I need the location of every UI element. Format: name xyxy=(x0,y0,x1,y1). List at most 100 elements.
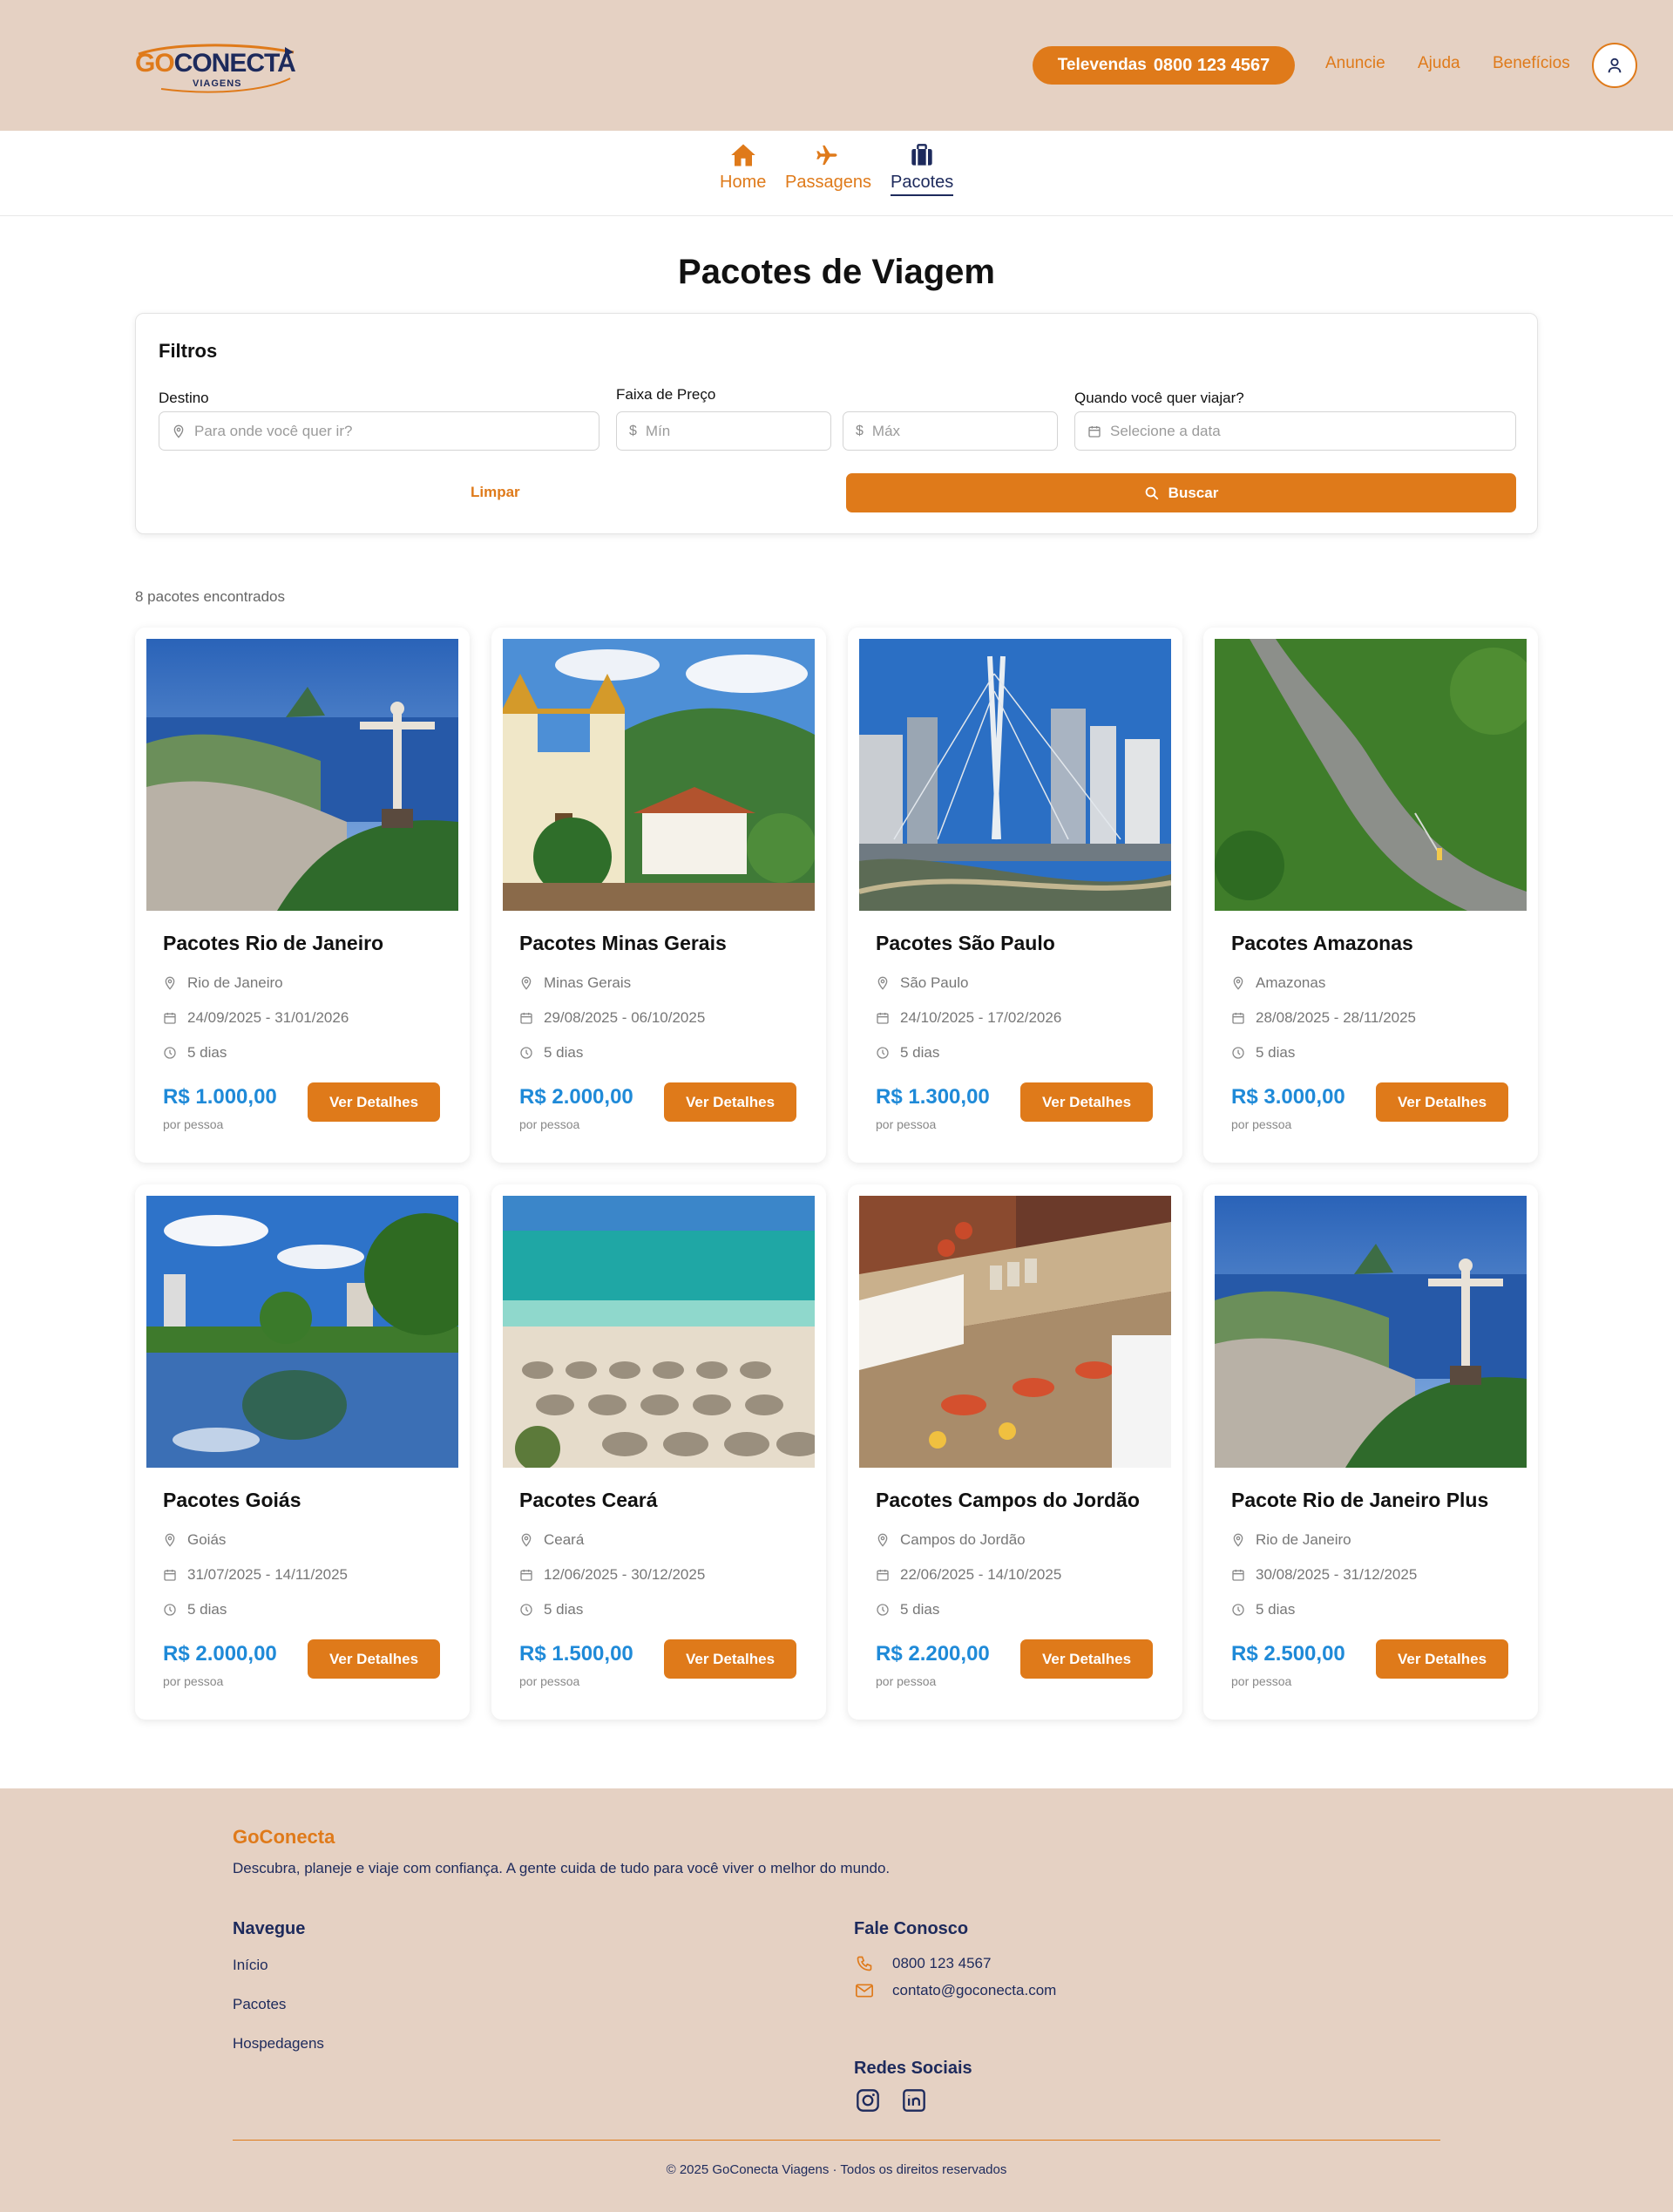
location-text: Rio de Janeiro xyxy=(1256,1531,1351,1548)
calendar-icon xyxy=(1232,1570,1244,1581)
linkedin-icon xyxy=(903,2089,925,2112)
package-card[interactable]: Pacotes Amazonas Amazonas 28/08/2025 - 2… xyxy=(1203,628,1538,1163)
package-card[interactable]: Pacotes Ceará Ceará 12/06/2025 - 30/12/2… xyxy=(491,1184,826,1720)
tab-passagens-label: Passagens xyxy=(785,173,871,192)
beneficios-link[interactable]: Benefícios xyxy=(1493,54,1570,73)
package-card[interactable]: Pacotes São Paulo São Paulo 24/10/2025 -… xyxy=(848,628,1182,1163)
search-icon xyxy=(1145,486,1159,499)
calendar-icon xyxy=(1088,425,1101,438)
dates-text: 24/10/2025 - 17/02/2026 xyxy=(900,1009,1062,1026)
package-price: R$ 2.000,00 xyxy=(163,1642,277,1666)
package-location: Rio de Janeiro xyxy=(1231,1531,1351,1549)
data-label: Quando você quer viajar? xyxy=(1074,390,1244,406)
duration-text: 5 dias xyxy=(187,1044,227,1061)
view-details-button[interactable]: Ver Detalhes xyxy=(308,1082,440,1122)
package-dates: 24/10/2025 - 17/02/2026 xyxy=(876,1009,1061,1027)
duration-text: 5 dias xyxy=(900,1601,940,1618)
dates-text: 22/06/2025 - 14/10/2025 xyxy=(900,1566,1062,1583)
duration-text: 5 dias xyxy=(900,1044,940,1061)
dates-text: 31/07/2025 - 14/11/2025 xyxy=(187,1566,349,1583)
home-icon xyxy=(730,144,755,166)
package-dates: 31/07/2025 - 14/11/2025 xyxy=(163,1566,348,1584)
clear-button[interactable]: Limpar xyxy=(471,484,520,501)
tab-home[interactable]: Home xyxy=(720,143,766,193)
dates-text: 29/08/2025 - 06/10/2025 xyxy=(544,1009,706,1026)
view-details-button[interactable]: Ver Detalhes xyxy=(664,1082,796,1122)
footer: GoConecta Descubra, planeje e viaje com … xyxy=(0,1788,1673,2212)
destino-input[interactable]: Para onde você quer ir? xyxy=(159,411,599,451)
plane-icon xyxy=(816,145,837,166)
top-header: GOCONECTA VIAGENS Televendas 0800 123 45… xyxy=(0,0,1673,131)
tab-passagens[interactable]: Passagens xyxy=(785,143,871,193)
package-card[interactable]: Pacote Rio de Janeiro Plus Rio de Janeir… xyxy=(1203,1184,1538,1720)
preco-max-input[interactable]: $ Máx xyxy=(843,411,1058,451)
search-button[interactable]: Buscar xyxy=(846,473,1516,512)
package-duration: 5 dias xyxy=(876,1601,939,1618)
per-person-label: por pessoa xyxy=(1231,1674,1292,1688)
footer-social-heading: Redes Sociais xyxy=(854,2059,972,2078)
footer-email[interactable]: contato@goconecta.com xyxy=(856,1982,1056,1999)
package-price: R$ 1.300,00 xyxy=(876,1085,990,1109)
date-input[interactable]: Selecione a data xyxy=(1074,411,1516,451)
package-card[interactable]: Pacotes Rio de Janeiro Rio de Janeiro 24… xyxy=(135,628,470,1163)
view-details-button[interactable]: Ver Detalhes xyxy=(1020,1082,1153,1122)
footer-divider xyxy=(233,2140,1440,2141)
preco-min-input[interactable]: $ Mín xyxy=(616,411,831,451)
footer-tagline: Descubra, planeje e viaje com confiança.… xyxy=(233,1860,891,1876)
filters-title: Filtros xyxy=(159,340,218,362)
instagram-icon xyxy=(857,2089,879,2112)
package-card[interactable]: Pacotes Campos do Jordão Campos do Jordã… xyxy=(848,1184,1182,1720)
view-details-button[interactable]: Ver Detalhes xyxy=(664,1639,796,1679)
package-duration: 5 dias xyxy=(519,1044,583,1062)
view-details-button[interactable]: Ver Detalhes xyxy=(1020,1639,1153,1679)
clock-icon xyxy=(1232,1047,1244,1059)
footer-nav-heading: Navegue xyxy=(233,1919,306,1938)
footer-link-inicio[interactable]: Início xyxy=(233,1957,268,1974)
view-details-button[interactable]: Ver Detalhes xyxy=(1376,1082,1508,1122)
clock-icon xyxy=(520,1604,532,1616)
dates-text: 12/06/2025 - 30/12/2025 xyxy=(544,1566,706,1583)
per-person-label: por pessoa xyxy=(163,1117,224,1131)
page-title: Pacotes de Viagem xyxy=(678,253,995,291)
location-pin-icon xyxy=(521,976,532,990)
main-nav: Home Passagens Pacotes xyxy=(0,131,1673,216)
package-title: Pacotes Campos do Jordão xyxy=(876,1489,1140,1511)
package-title: Pacotes Goiás xyxy=(163,1489,301,1511)
rio-photo xyxy=(1215,1196,1527,1468)
goconecta-logo[interactable]: GOCONECTA VIAGENS xyxy=(135,42,301,94)
televendas-button[interactable]: Televendas 0800 123 4567 xyxy=(1033,46,1295,85)
per-person-label: por pessoa xyxy=(519,1674,580,1688)
calendar-icon xyxy=(164,1013,176,1024)
view-details-button[interactable]: Ver Detalhes xyxy=(308,1639,440,1679)
view-details-button[interactable]: Ver Detalhes xyxy=(1376,1639,1508,1679)
footer-link-hospedagens[interactable]: Hospedagens xyxy=(233,2035,324,2053)
package-title: Pacotes Rio de Janeiro xyxy=(163,932,384,954)
tab-pacotes[interactable]: Pacotes xyxy=(891,143,954,196)
results-count: 8 pacotes encontrados xyxy=(135,588,286,605)
location-pin-icon xyxy=(877,976,888,990)
location-pin-icon xyxy=(173,424,184,438)
phone-icon xyxy=(857,1956,872,1971)
campos-photo xyxy=(859,1196,1171,1468)
location-pin-icon xyxy=(165,976,175,990)
dates-text: 28/08/2025 - 28/11/2025 xyxy=(1256,1009,1417,1026)
duration-text: 5 dias xyxy=(544,1044,584,1061)
package-title: Pacote Rio de Janeiro Plus xyxy=(1231,1489,1489,1511)
location-text: Minas Gerais xyxy=(544,974,632,991)
linkedin-link[interactable] xyxy=(902,2088,926,2117)
rio-photo xyxy=(146,639,458,911)
goias-photo xyxy=(146,1196,458,1468)
footer-link-pacotes[interactable]: Pacotes xyxy=(233,1996,286,2013)
clock-icon xyxy=(877,1047,889,1059)
user-icon xyxy=(1608,58,1622,73)
minas-photo xyxy=(503,639,815,911)
anuncie-link[interactable]: Anuncie xyxy=(1325,54,1385,73)
footer-phone[interactable]: 0800 123 4567 xyxy=(856,1955,991,1972)
package-card[interactable]: Pacotes Minas Gerais Minas Gerais 29/08/… xyxy=(491,628,826,1163)
calendar-icon xyxy=(1232,1013,1244,1024)
instagram-link[interactable] xyxy=(856,2088,880,2117)
calendar-icon xyxy=(520,1013,532,1024)
ajuda-link[interactable]: Ajuda xyxy=(1418,54,1460,73)
user-account-button[interactable] xyxy=(1592,43,1637,88)
package-card[interactable]: Pacotes Goiás Goiás 31/07/2025 - 14/11/2… xyxy=(135,1184,470,1720)
